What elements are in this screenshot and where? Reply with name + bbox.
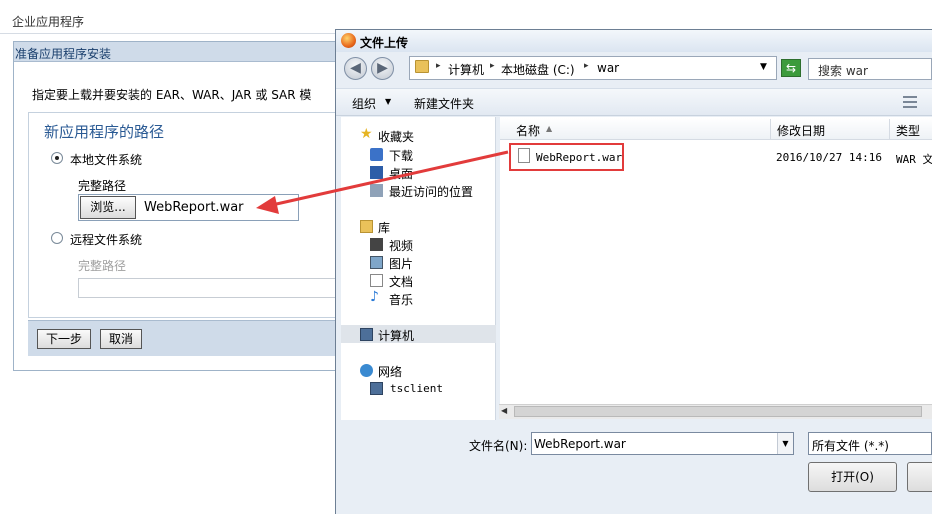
local-path-value: WebReport.war [144, 200, 244, 215]
recent-places-icon [370, 184, 383, 197]
breadcrumb-separator-icon: ▸ [584, 61, 589, 71]
computer-icon [360, 328, 373, 341]
music-icon: ♪ [370, 289, 379, 305]
search-placeholder: 搜索 war [818, 64, 868, 78]
document-icon [370, 274, 383, 287]
column-type[interactable]: 类型 [896, 122, 920, 139]
column-divider[interactable] [889, 119, 890, 139]
column-header [500, 118, 932, 140]
new-folder-button[interactable]: 新建文件夹 [414, 95, 474, 112]
forward-arrow-icon: ▶ [377, 60, 388, 76]
nav-computer[interactable]: 计算机 [378, 327, 414, 344]
next-button[interactable]: 下一步 [37, 329, 91, 349]
nav-documents[interactable]: 文档 [389, 273, 413, 290]
organize-button[interactable]: 组织 [352, 95, 376, 112]
chevron-down-icon[interactable]: ▼ [777, 433, 793, 454]
nav-videos[interactable]: 视频 [389, 237, 413, 254]
open-button[interactable]: 打开(O) [808, 462, 897, 492]
remote-full-path-label: 完整路径 [78, 259, 127, 273]
column-modified[interactable]: 修改日期 [777, 122, 825, 139]
folder-icon [415, 60, 429, 73]
file-icon [518, 148, 530, 163]
back-arrow-icon: ◀ [350, 60, 361, 76]
sort-ascending-icon: ▲ [546, 124, 553, 133]
dialog-title: 文件上传 [360, 36, 409, 50]
back-button[interactable]: ◀ [344, 57, 367, 80]
column-divider[interactable] [770, 119, 771, 139]
browse-button[interactable]: 浏览... [80, 196, 136, 219]
network-icon [360, 364, 373, 377]
scroll-left-icon[interactable]: ◀ [501, 406, 507, 415]
path-section-title: 新应用程序的路径 [44, 123, 165, 141]
file-modified: 2016/10/27 14:16 [776, 151, 882, 164]
chevron-down-icon: ▼ [385, 97, 392, 106]
forward-button[interactable]: ▶ [371, 57, 394, 80]
firefox-icon [341, 33, 356, 48]
cancel-button[interactable]: 取消 [100, 329, 142, 349]
nav-downloads[interactable]: 下载 [389, 147, 413, 164]
refresh-icon[interactable]: ⇆ [781, 59, 801, 77]
remote-path-input[interactable] [78, 278, 338, 298]
nav-tsclient[interactable]: tsclient [390, 382, 443, 395]
local-fs-radio[interactable] [51, 152, 63, 164]
local-fs-label: 本地文件系统 [70, 153, 143, 167]
desktop-icon [370, 166, 383, 179]
library-icon [360, 220, 373, 233]
remote-fs-label: 远程文件系统 [70, 233, 143, 247]
network-share-icon [370, 382, 383, 395]
file-name[interactable]: WebReport.war [536, 151, 622, 164]
nav-pictures[interactable]: 图片 [389, 255, 413, 272]
filename-label: 文件名(N): [469, 439, 528, 453]
breadcrumb-computer[interactable]: 计算机 [448, 61, 484, 78]
filetype-value: 所有文件 (*.*) [812, 439, 889, 453]
breadcrumb-war[interactable]: war [597, 61, 619, 75]
scrollbar-thumb[interactable] [514, 406, 922, 417]
dialog-titlebar[interactable] [336, 30, 932, 52]
breadcrumb-separator-icon: ▸ [436, 61, 441, 71]
instruction-text: 指定要上载并要安装的 EAR、WAR、JAR 或 SAR 模 [32, 88, 312, 102]
video-icon [370, 238, 383, 251]
dialog-cancel-button[interactable] [907, 462, 932, 492]
nav-music[interactable]: 音乐 [389, 291, 413, 308]
nav-desktop[interactable]: 桌面 [389, 165, 413, 182]
nav-favorites[interactable]: 收藏夹 [378, 128, 414, 145]
picture-icon [370, 256, 383, 269]
filename-value: WebReport.war [534, 437, 626, 451]
remote-fs-radio[interactable] [51, 232, 63, 244]
page-title: 企业应用程序 [12, 15, 85, 29]
download-icon [370, 148, 383, 161]
panel-header-text: 准备应用程序安装 [15, 47, 112, 61]
breadcrumb-local-disk[interactable]: 本地磁盘 (C:) [501, 61, 575, 78]
file-type: WAR 文 [896, 153, 932, 166]
chevron-down-icon[interactable]: ▼ [760, 62, 767, 72]
nav-network[interactable]: 网络 [378, 363, 402, 380]
breadcrumb-separator-icon: ▸ [490, 61, 495, 71]
view-options-icon[interactable] [903, 96, 917, 108]
nav-recent[interactable]: 最近访问的位置 [389, 183, 473, 200]
nav-libraries[interactable]: 库 [378, 219, 390, 236]
star-icon: ★ [360, 126, 373, 142]
column-name[interactable]: 名称 [516, 122, 540, 139]
full-path-label: 完整路径 [78, 179, 127, 193]
